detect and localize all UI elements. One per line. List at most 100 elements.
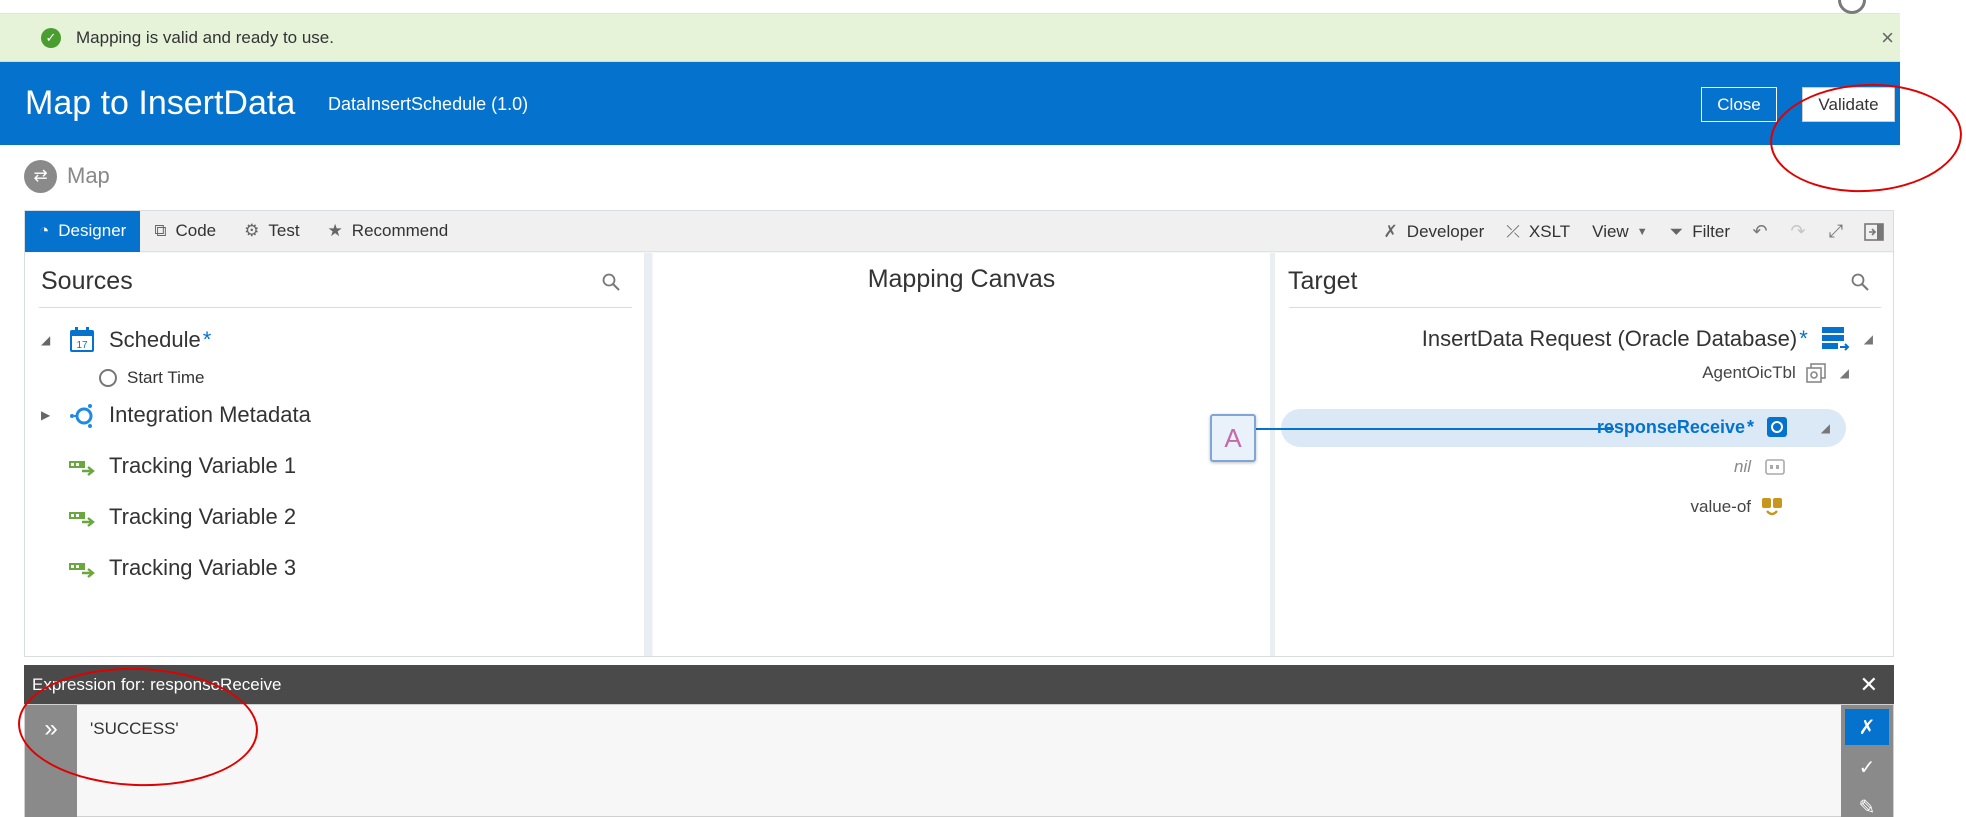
metadata-icon [67, 400, 97, 430]
filter-button[interactable]: ⏷ Filter [1659, 211, 1741, 252]
expand-triangle-icon[interactable]: ▶ [41, 408, 55, 422]
tab-recommend[interactable]: ★ Recommend [314, 211, 463, 252]
expand-expression-icon[interactable]: » [25, 705, 77, 817]
tree-item-insertdata-request[interactable]: InsertData Request (Oracle Database) * ◢ [1422, 325, 1873, 353]
function-node[interactable]: A [1210, 414, 1256, 462]
tree-label-schedule: Schedule [109, 327, 201, 352]
xslt-icon: ⤫ [1506, 221, 1520, 241]
developer-button[interactable]: ✗ Developer [1373, 211, 1496, 252]
integration-name: DataInsertSchedule (1.0) [328, 94, 529, 114]
collapse-triangle-icon[interactable]: ◢ [41, 333, 55, 347]
map-breadcrumb: ⇄ Map [24, 158, 110, 194]
tree-item-agentoictbl[interactable]: AgentOicTbl ◢ [1702, 363, 1849, 383]
expression-title: Expression for: responseReceive [32, 675, 281, 695]
tracking-variable-icon [67, 451, 97, 481]
close-button[interactable]: Close [1701, 87, 1777, 122]
clock-icon [99, 369, 117, 387]
target-title: Target [1288, 267, 1358, 295]
tree-item-integration-metadata[interactable]: ▶ Integration Metadata [41, 400, 311, 430]
expression-value[interactable]: 'SUCCESS' [90, 719, 179, 739]
mapper-header: Map to InsertData DataInsertSchedule (1.… [0, 62, 1900, 145]
tab-test[interactable]: ⚙ Test [230, 211, 313, 252]
tab-code[interactable]: ⧉ Code [140, 211, 230, 252]
tree-item-start-time[interactable]: Start Time [99, 368, 204, 388]
element-icon [1767, 417, 1787, 437]
toolbar-right: ✗ Developer ⤫ XSLT View ▼ ⏷ Filter ↶ ↷ ⤢ [1373, 211, 1893, 252]
map-icon: ⇄ [24, 159, 57, 193]
canvas-title: Mapping Canvas [867, 265, 1056, 293]
mapping-link-line[interactable] [1254, 428, 1614, 430]
sources-title: Sources [41, 267, 133, 295]
sources-divider [39, 307, 632, 308]
designer-icon: ◔ [39, 221, 50, 240]
check-icon[interactable]: ✓ [1845, 749, 1889, 785]
tree-item-tracking-variable-3[interactable]: Tracking Variable 3 [41, 553, 296, 583]
panel-splitter[interactable] [644, 253, 652, 656]
search-icon[interactable] [602, 273, 620, 291]
tree-label-value-of: value-of [1690, 497, 1751, 516]
tracking-variable-icon [67, 553, 97, 583]
check-circle-icon: ✓ [41, 27, 61, 48]
required-marker: * [202, 327, 212, 352]
mapping-canvas: Mapping Canvas [653, 253, 1270, 656]
view-label: View [1592, 221, 1629, 241]
calendar-day: 17 [76, 340, 88, 351]
panel-toggle-icon[interactable] [1855, 211, 1893, 252]
target-divider [1289, 307, 1881, 308]
collapse-triangle-icon[interactable]: ◢ [1821, 421, 1830, 435]
tree-label-agentoictbl: AgentOicTbl [1702, 363, 1796, 382]
expression-title-prefix: Expression for: [32, 674, 151, 694]
view-menu[interactable]: View ▼ [1581, 211, 1658, 252]
tab-code-label: Code [175, 221, 217, 240]
required-marker: * [1799, 326, 1808, 351]
sources-panel: Sources ◢ 17 Schedule * Start Time ▶ Inte… [25, 253, 644, 656]
tree-label-responsereceive: responseReceive [1596, 416, 1745, 437]
responsereceive-node: responseReceive * [1597, 416, 1788, 438]
calendar-icon: 17 [67, 325, 97, 355]
mapper-toolbar: ◔ Designer ⧉ Code ⚙ Test ★ Recommend ✗ D… [25, 210, 1893, 252]
developer-label: Developer [1406, 221, 1485, 241]
chevron-down-icon: ▼ [1636, 225, 1648, 238]
tab-test-label: Test [268, 221, 300, 240]
edit-icon[interactable]: ✎ [1845, 789, 1889, 817]
tab-designer[interactable]: ◔ Designer [25, 210, 141, 252]
expression-editor[interactable]: » 'SUCCESS' ✗ ✓ ✎ [24, 704, 1894, 817]
tree-item-tracking-variable-2[interactable]: Tracking Variable 2 [41, 502, 296, 532]
tracking-variable-icon [67, 502, 97, 532]
dismiss-notification-button[interactable]: × [1881, 25, 1894, 51]
code-icon: ⧉ [154, 221, 167, 240]
collapse-triangle-icon[interactable]: ◢ [1864, 332, 1873, 346]
xslt-button[interactable]: ⤫ XSLT [1495, 211, 1581, 252]
top-strip [0, 0, 1900, 14]
tree-label-insertdata-request: InsertData Request (Oracle Database) [1421, 326, 1798, 351]
tree-label-nil: nil [1733, 457, 1751, 476]
tree-item-tracking-variable-1[interactable]: Tracking Variable 1 [41, 451, 296, 481]
map-label: Map [67, 163, 110, 188]
close-expression-button[interactable]: ✕ [1860, 672, 1878, 698]
expression-side-toolbar: ✗ ✓ ✎ [1841, 705, 1893, 817]
tree-item-schedule[interactable]: ◢ 17 Schedule * [41, 325, 211, 355]
collection-icon [1805, 363, 1826, 383]
collapse-triangle-icon[interactable]: ◢ [1840, 366, 1849, 380]
tree-label-tracking-variable-2: Tracking Variable 2 [109, 504, 297, 529]
filter-label: Filter [1692, 221, 1730, 241]
notification-message: Mapping is valid and ready to use. [76, 27, 334, 47]
expression-title-field: responseReceive [150, 674, 282, 694]
undo-icon[interactable]: ↶ [1741, 211, 1779, 252]
database-request-icon [1821, 327, 1850, 351]
expand-icon[interactable]: ⤢ [1817, 211, 1855, 252]
mapper-frame: ◔ Designer ⧉ Code ⚙ Test ★ Recommend ✗ D… [24, 210, 1894, 657]
validate-button[interactable]: Validate [1802, 87, 1895, 122]
attribute-icon [1765, 459, 1785, 475]
target-panel: Target InsertData Request (Oracle Databa… [1275, 253, 1893, 656]
filter-icon: ⏷ [1669, 221, 1684, 241]
tree-label-tracking-variable-3: Tracking Variable 3 [109, 555, 297, 580]
gear-icon: ⚙ [244, 221, 260, 240]
wrench-icon[interactable]: ✗ [1845, 709, 1889, 745]
redo-icon[interactable]: ↷ [1779, 211, 1817, 252]
tree-label-tracking-variable-1: Tracking Variable 1 [109, 453, 297, 478]
search-icon[interactable] [1851, 273, 1869, 291]
wrench-icon: ✗ [1383, 221, 1398, 241]
tree-item-nil[interactable]: nil [1734, 457, 1785, 477]
tree-item-value-of[interactable]: value-of [1691, 497, 1783, 517]
